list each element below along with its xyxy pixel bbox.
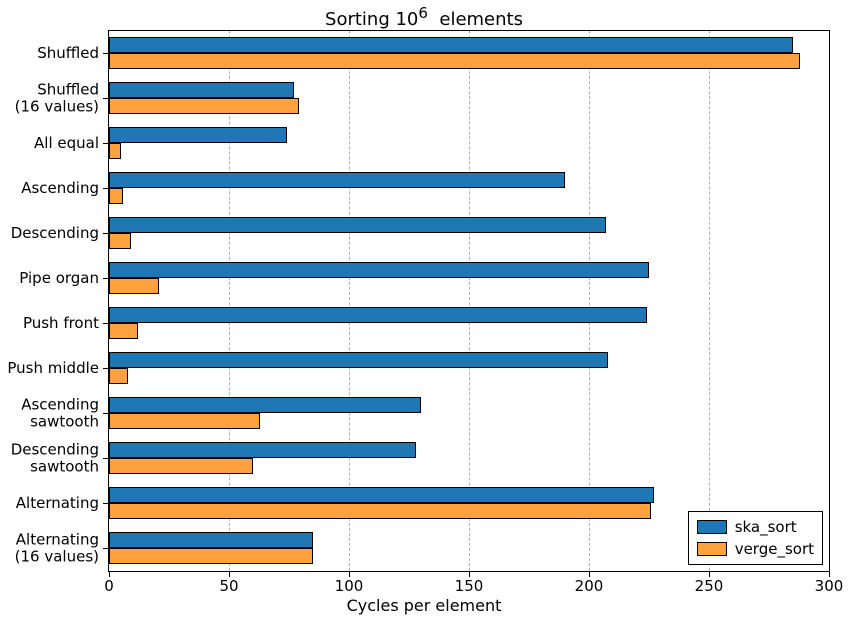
bar-verge [109,98,299,114]
bar-verge [109,548,313,564]
bar-ska [109,442,416,458]
legend-label: ska_sort [735,518,797,536]
bar-verge [109,188,123,204]
x-tick-label: 150 [455,577,484,595]
chart-container: Sorting 106 elements 050100150200250300S… [0,0,848,625]
bar-verge [109,503,651,519]
y-tick-label: Alternating [16,495,109,512]
x-axis-label: Cycles per element [0,596,848,615]
bar-ska [109,217,606,233]
bar-ska [109,352,608,368]
y-tick-label: All equal [34,135,109,152]
legend-swatch-icon [697,520,727,534]
bar-verge [109,233,131,249]
bar-ska [109,397,421,413]
legend-label: verge_sort [735,540,814,558]
legend: ska_sort verge_sort [688,511,823,565]
bar-verge [109,278,159,294]
bar-verge [109,413,260,429]
y-tick-label: Alternating (16 values) [15,532,109,565]
bar-ska [109,262,649,278]
plot-area: 050100150200250300ShuffledShuffled (16 v… [108,30,830,572]
x-tick-label: 100 [335,577,364,595]
bar-verge [109,53,800,69]
y-tick-label: Push front [23,315,109,332]
x-tick-label: 0 [104,577,114,595]
y-tick-label: Descending sawtooth [11,442,109,475]
grid-line [709,31,710,571]
y-tick-label: Pipe organ [19,270,109,287]
chart-title: Sorting 106 elements [0,4,848,30]
x-tick-label: 200 [575,577,604,595]
bar-ska [109,532,313,548]
x-tick-label: 50 [219,577,238,595]
legend-entry: ska_sort [697,518,814,536]
legend-entry: verge_sort [697,540,814,558]
y-tick-label: Ascending [21,180,109,197]
bar-ska [109,82,294,98]
bar-verge [109,368,128,384]
legend-swatch-icon [697,542,727,556]
y-tick-label: Push middle [7,360,109,377]
bar-verge [109,458,253,474]
bar-ska [109,37,793,53]
bar-ska [109,127,287,143]
bar-ska [109,172,565,188]
bar-ska [109,307,647,323]
y-tick-label: Descending [11,225,109,242]
y-tick-label: Shuffled (16 values) [15,82,109,115]
x-tick-label: 300 [815,577,844,595]
y-tick-label: Shuffled [37,45,109,62]
bar-verge [109,323,138,339]
bar-ska [109,487,654,503]
y-tick-label: Ascending sawtooth [21,397,109,430]
x-tick-label: 250 [695,577,724,595]
bar-verge [109,143,121,159]
